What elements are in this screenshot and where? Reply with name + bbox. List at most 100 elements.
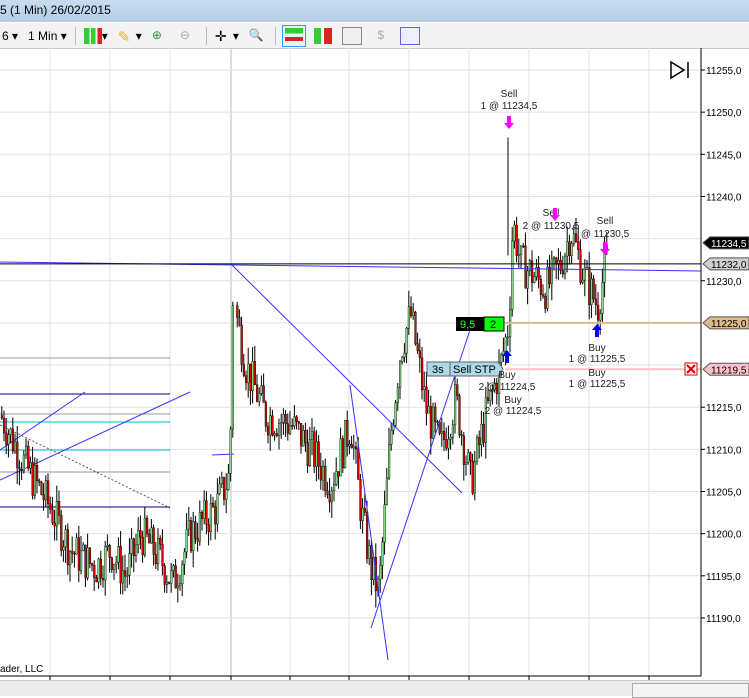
candle-body [40, 482, 43, 495]
candle-body [480, 424, 483, 446]
candle-body [282, 414, 285, 423]
chart-trader-icon [284, 27, 303, 44]
candle-body [291, 425, 294, 427]
candle-body [399, 361, 402, 388]
candle-body [29, 462, 32, 469]
candle-body [322, 465, 325, 481]
pencil-icon: ✎ [117, 28, 131, 46]
candle-body [416, 343, 419, 351]
candle-body [467, 452, 470, 463]
candle-body [394, 402, 397, 426]
pnl-value: 9,5 [460, 319, 475, 331]
candle-body [205, 500, 208, 525]
candle-body [588, 267, 591, 305]
candle-body [590, 278, 593, 305]
candle-body [550, 258, 553, 284]
candle-body [445, 439, 448, 449]
candle-body [577, 241, 580, 250]
drawing-tools-button[interactable]: ✎ ▾ [116, 26, 144, 46]
candle-body [572, 233, 575, 244]
candle-body [242, 364, 245, 376]
bars-dropdown[interactable]: 6 ▾ [0, 26, 20, 46]
candle-body [121, 570, 124, 584]
candle-body [267, 426, 270, 436]
candle-body [49, 503, 52, 510]
chart-trader-button[interactable] [281, 24, 306, 47]
zoom-in-button[interactable]: ⊕ [150, 26, 172, 46]
properties-button[interactable] [398, 26, 422, 46]
execution-side: Sell [501, 89, 518, 100]
candle-body [328, 494, 331, 503]
price-chart[interactable]: 11255,0 11250,0 11245,0 11240,0 11230,0 11215… [0, 48, 749, 680]
candle-body [575, 233, 578, 242]
price-marker-label: 11225,0 [711, 319, 747, 330]
candle-body [211, 502, 215, 507]
candle-body [429, 406, 432, 439]
candle-body [55, 501, 58, 527]
candle-body [60, 515, 63, 551]
crosshair-button[interactable]: ✛ ▾ [213, 26, 241, 46]
candle-body [196, 538, 199, 542]
candle-body [289, 425, 292, 434]
candle-body [128, 553, 131, 576]
price-tick-label: 11205,0 [706, 488, 742, 499]
candle-body [264, 402, 267, 427]
candle-body [18, 467, 21, 470]
candle-body [381, 541, 384, 566]
candle-body [260, 385, 263, 394]
separator [274, 26, 276, 45]
candle-body [110, 557, 113, 570]
candle-body [163, 565, 166, 585]
candle-body [185, 528, 188, 553]
candle-body [484, 397, 487, 443]
candle-body [440, 431, 443, 434]
sell-stop-label: Sell STP [453, 364, 496, 376]
sell-arrow-icon [600, 242, 610, 255]
candle-body [339, 438, 342, 477]
execution-label: 1 @ 11225,5 [569, 354, 626, 365]
candle-body [341, 438, 344, 469]
candle-body [297, 421, 300, 424]
interval-dropdown[interactable]: 1 Min ▾ [26, 26, 69, 46]
candle-body [88, 547, 91, 564]
candle-body [5, 432, 8, 445]
candle-body [363, 507, 366, 513]
candle-body [11, 428, 14, 452]
indicators-button[interactable] [340, 26, 364, 46]
candle-body [355, 446, 358, 450]
candle-body [172, 565, 175, 571]
candle-body [62, 546, 65, 551]
horizontal-scrollbar[interactable] [632, 683, 749, 698]
candle-body [79, 550, 83, 571]
bars-button[interactable] [312, 26, 334, 46]
candle-body [500, 354, 503, 363]
chart-style-button[interactable]: ▾ [82, 26, 110, 46]
candle-body [33, 464, 36, 496]
candle-body [154, 554, 157, 565]
search-button[interactable]: 🔍 [247, 26, 269, 46]
copyright-text: ader, LLC [0, 664, 43, 675]
candle-body [181, 564, 184, 585]
candle-body [304, 430, 307, 443]
candle-body [141, 536, 144, 556]
execution-label: 1 @ 11225,5 [569, 379, 626, 390]
candle-body [542, 294, 545, 297]
candle-body [209, 502, 212, 532]
strategies-button[interactable]: $ [370, 26, 392, 46]
candle-body [434, 406, 437, 422]
candle-body [222, 477, 226, 500]
candle-body [570, 243, 573, 256]
candle-body [319, 465, 322, 481]
candle-body [451, 424, 454, 438]
candle-body [227, 472, 230, 490]
candle-body [396, 387, 399, 404]
candle-body [564, 255, 567, 275]
candle-body [225, 489, 228, 500]
dollar-icon: $ [377, 27, 385, 42]
zoom-out-button[interactable]: ⊖ [178, 26, 200, 46]
candle-body [405, 327, 408, 354]
price-tick-label: 11240,0 [706, 192, 742, 203]
candle-body [579, 249, 582, 283]
candle-body [462, 435, 465, 465]
candle-body [517, 254, 520, 256]
